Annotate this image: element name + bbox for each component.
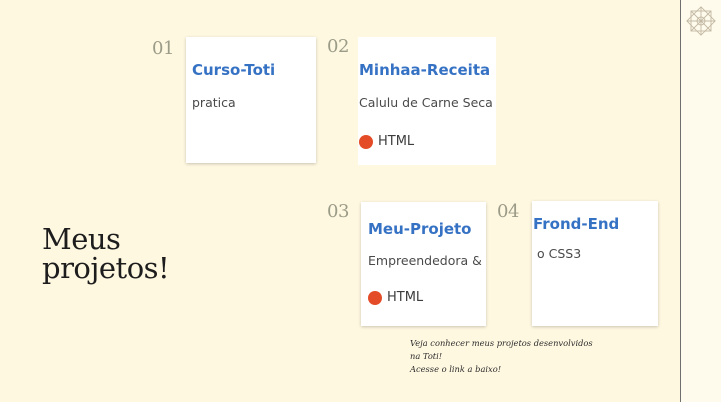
project-title-link[interactable]: Curso-Toti	[192, 61, 275, 79]
project-description: pratica	[192, 95, 236, 110]
project-card-curso-toti[interactable]: Curso-Toti pratica	[186, 37, 316, 163]
language-label: HTML	[387, 290, 424, 305]
project-number: 04	[497, 201, 519, 222]
project-title-link[interactable]: Frond-End	[533, 215, 619, 233]
project-title-link[interactable]: Minhaa-Receita	[359, 61, 490, 79]
project-number: 02	[327, 36, 349, 57]
note-line: Veja conhecer meus projetos desenvolvido…	[410, 338, 593, 348]
project-description: Empreendedora & I	[368, 253, 486, 268]
note-line: na Toti!	[410, 351, 443, 361]
language-color-dot	[359, 134, 373, 149]
geometric-star-icon[interactable]	[686, 6, 716, 36]
project-card-minhaa-receita[interactable]: Minhaa-Receita Calulu de Carne Seca c HT…	[358, 37, 496, 165]
note-line: Acesse o link a baixo!	[410, 364, 502, 374]
project-title-link[interactable]: Meu-Projeto	[368, 220, 472, 238]
project-number: 03	[327, 201, 349, 222]
project-language: HTML	[368, 290, 423, 305]
language-label: HTML	[378, 134, 415, 149]
section-title: Meus projetos!	[42, 222, 170, 285]
project-language: HTML	[359, 134, 414, 149]
project-card-frond-end[interactable]: Frond-End o CSS3	[532, 201, 658, 326]
right-sidebar	[680, 0, 721, 402]
section-title-line: Meus	[42, 222, 121, 256]
project-card-meu-projeto[interactable]: Meu-Projeto Empreendedora & I HTML	[361, 202, 486, 326]
project-number: 01	[152, 38, 174, 59]
projects-note: Veja conhecer meus projetos desenvolvido…	[410, 337, 610, 376]
section-title-line: projetos!	[42, 251, 170, 285]
language-color-dot	[368, 290, 382, 305]
project-description: o CSS3	[537, 246, 582, 261]
project-description: Calulu de Carne Seca c	[359, 95, 496, 110]
